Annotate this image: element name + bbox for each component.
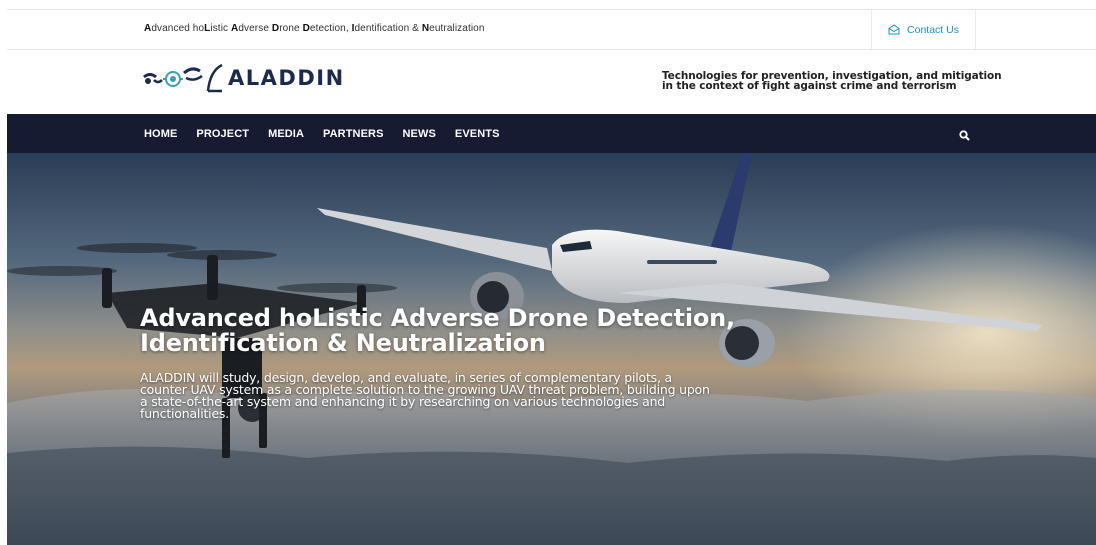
hero-description: ALADDIN will study, design, develop, and… (140, 370, 710, 421)
nav-menu: HOME PROJECT MEDIA PARTNERS NEWS EVENTS (144, 114, 519, 153)
top-tagline: Advanced hoListic Adverse Drone Detectio… (144, 23, 485, 34)
slogan-line-2: in the context of fight against crime an… (662, 80, 957, 92)
nav-item-news[interactable]: NEWS (403, 128, 436, 140)
main-navigation: HOME PROJECT MEDIA PARTNERS NEWS EVENTS (7, 114, 1096, 153)
nav-item-home[interactable]: HOME (144, 128, 177, 140)
nav-item-project[interactable]: PROJECT (196, 128, 249, 140)
drone-logo-icon (143, 67, 203, 87)
nav-item-media[interactable]: MEDIA (268, 128, 304, 140)
hero-banner: Advanced hoListic Adverse Drone Detectio… (7, 153, 1096, 545)
envelope-open-icon (888, 24, 900, 35)
top-bar: Advanced hoListic Adverse Drone Detectio… (7, 9, 1096, 50)
nav-item-partners[interactable]: PARTNERS (323, 128, 384, 140)
brand-wordmark: ALADDIN (228, 66, 345, 90)
header-slogan: Technologies for prevention, investigati… (662, 71, 1002, 92)
contact-us-link[interactable]: Contact Us (871, 10, 976, 49)
header-logo-row: ALADDIN Technologies for prevention, inv… (0, 50, 1096, 114)
nav-item-events[interactable]: EVENTS (455, 128, 500, 140)
search-button[interactable] (959, 128, 970, 146)
search-icon (959, 130, 970, 141)
hero-title: Advanced hoListic Adverse Drone Detectio… (140, 304, 735, 357)
radar-arc-icon (206, 63, 223, 93)
contact-us-label: Contact Us (907, 23, 959, 36)
site-logo[interactable]: ALADDIN (140, 63, 345, 93)
